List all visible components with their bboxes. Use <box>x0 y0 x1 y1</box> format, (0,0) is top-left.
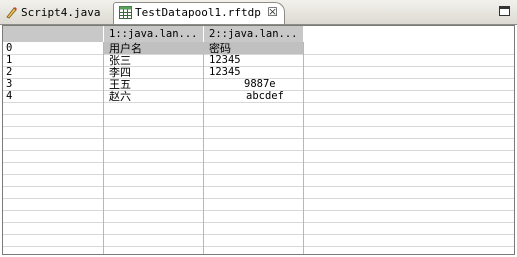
row-index[interactable]: 3 <box>6 79 12 90</box>
table-cell[interactable]: 用户名 <box>109 43 142 54</box>
table-cell[interactable]: 赵六 <box>109 91 131 102</box>
table-cell[interactable]: 12345 <box>209 67 241 78</box>
close-icon[interactable]: ☒ <box>267 3 278 22</box>
column-header-index[interactable] <box>3 26 104 42</box>
maximize-icon[interactable] <box>499 6 510 16</box>
tab-script4-java[interactable]: Script4.java <box>1 3 109 23</box>
tab-label: TestDatapool1.rftdp <box>135 6 261 19</box>
column-header-1[interactable]: 1::java.lan... <box>104 26 204 42</box>
table-cell[interactable]: 李四 <box>109 67 131 78</box>
grid-lines <box>3 42 514 254</box>
datapool-grid[interactable]: 1::java.lan... 2::java.lan... 0 用户名 密码 1… <box>2 25 515 255</box>
table-cell[interactable]: 张三 <box>109 55 131 66</box>
table-cell[interactable]: 9887e <box>244 79 276 90</box>
column-header-2[interactable]: 2::java.lan... <box>204 26 304 42</box>
row-index[interactable]: 2 <box>6 67 12 78</box>
editor-tab-bar: Script4.java TestDatapool1.rftdp ☒ <box>0 0 517 25</box>
table-cell[interactable]: 王五 <box>109 79 131 90</box>
datapool-editor: Script4.java TestDatapool1.rftdp ☒ 1::ja… <box>0 0 517 257</box>
datapool-table-icon <box>119 6 132 19</box>
row-index[interactable]: 4 <box>6 91 12 102</box>
row-index[interactable]: 1 <box>6 55 12 66</box>
row-index[interactable]: 0 <box>6 43 12 54</box>
table-cell[interactable]: abcdef <box>246 91 284 102</box>
table-cell[interactable]: 密码 <box>209 43 231 54</box>
tab-label: Script4.java <box>21 6 101 19</box>
table-cell[interactable]: 12345 <box>209 55 241 66</box>
java-file-icon <box>6 7 17 19</box>
tab-testdatapool1-rftdp[interactable]: TestDatapool1.rftdp ☒ <box>113 2 285 24</box>
